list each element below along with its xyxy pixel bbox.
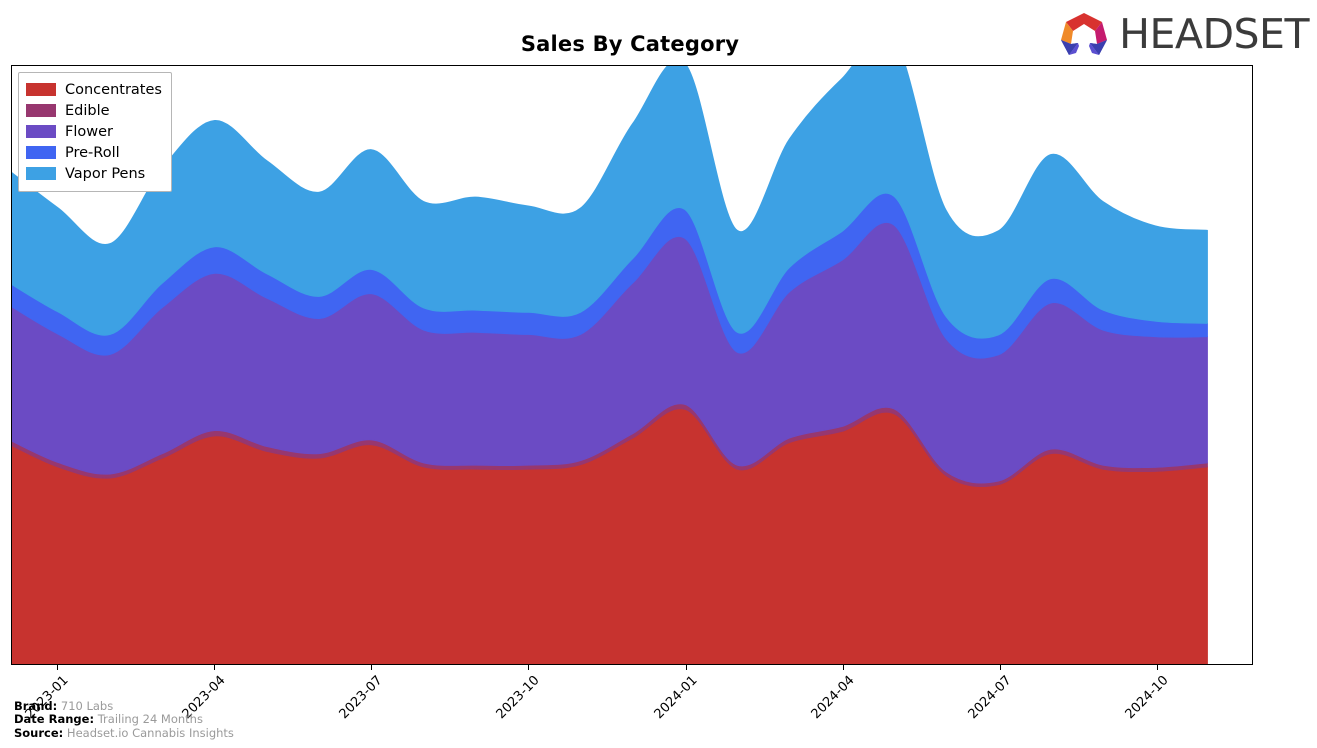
- headset-logo-icon: [1061, 13, 1108, 55]
- x-axis-tick-mark: [686, 665, 687, 670]
- legend-swatch-vapor-pens: [26, 167, 56, 180]
- x-axis-tick-label: 2024-07: [965, 673, 1015, 723]
- footer-row-date-range: Date Range: Trailing 24 Months: [14, 712, 234, 727]
- footer-value-brand: 710 Labs: [60, 698, 114, 713]
- footer-key-brand: Brand:: [14, 698, 58, 713]
- legend-item-pre-roll[interactable]: Pre-Roll: [26, 142, 162, 163]
- legend-swatch-pre-roll: [26, 146, 56, 159]
- x-axis-tick-label: 2023-07: [336, 673, 386, 723]
- legend-swatch-concentrates: [26, 83, 56, 96]
- footer-value-date-range: Trailing 24 Months: [97, 712, 203, 726]
- chart-legend: Concentrates Edible Flower Pre-Roll Vapo…: [18, 72, 172, 192]
- x-axis-tick-label: 2024-04: [808, 673, 858, 723]
- stacked-area-chart: [12, 66, 1208, 664]
- legend-label-edible: Edible: [65, 102, 110, 119]
- legend-label-vapor-pens: Vapor Pens: [65, 165, 146, 182]
- legend-swatch-flower: [26, 125, 56, 138]
- chart-footer: Brand: 710 Labs Date Range: Trailing 24 …: [14, 698, 234, 741]
- legend-item-flower[interactable]: Flower: [26, 121, 162, 142]
- x-axis-tick-mark: [214, 665, 215, 670]
- x-axis-tick-mark: [57, 665, 58, 670]
- legend-swatch-edible: [26, 104, 56, 117]
- footer-row-source: Source: Headset.io Cannabis Insights: [14, 725, 234, 741]
- x-axis-tick-label: 2024-10: [1122, 673, 1172, 723]
- chart-plot-area: Concentrates Edible Flower Pre-Roll Vapo…: [11, 65, 1253, 665]
- legend-item-vapor-pens[interactable]: Vapor Pens: [26, 163, 162, 184]
- x-axis-tick-label: 2024-01: [651, 673, 701, 723]
- footer-value-source: Headset.io Cannabis Insights: [66, 725, 234, 740]
- legend-item-edible[interactable]: Edible: [26, 100, 162, 121]
- x-axis-tick-mark: [1000, 665, 1001, 670]
- legend-label-pre-roll: Pre-Roll: [65, 144, 120, 161]
- logo-wordmark: HEADSET: [1119, 9, 1309, 58]
- legend-label-concentrates: Concentrates: [65, 81, 162, 98]
- footer-key-date-range: Date Range:: [14, 712, 95, 726]
- footer-key-source: Source:: [14, 725, 64, 740]
- x-axis-tick-mark: [371, 665, 372, 670]
- legend-item-concentrates[interactable]: Concentrates: [26, 79, 162, 100]
- x-axis-tick-mark: [1157, 665, 1158, 670]
- legend-label-flower: Flower: [65, 123, 113, 140]
- x-axis-tick-mark: [528, 665, 529, 670]
- footer-row-brand: Brand: 710 Labs: [14, 698, 234, 714]
- headset-logo: HEADSET: [1059, 10, 1309, 58]
- x-axis-tick-mark: [843, 665, 844, 670]
- x-axis-tick-label: 2023-10: [493, 673, 543, 723]
